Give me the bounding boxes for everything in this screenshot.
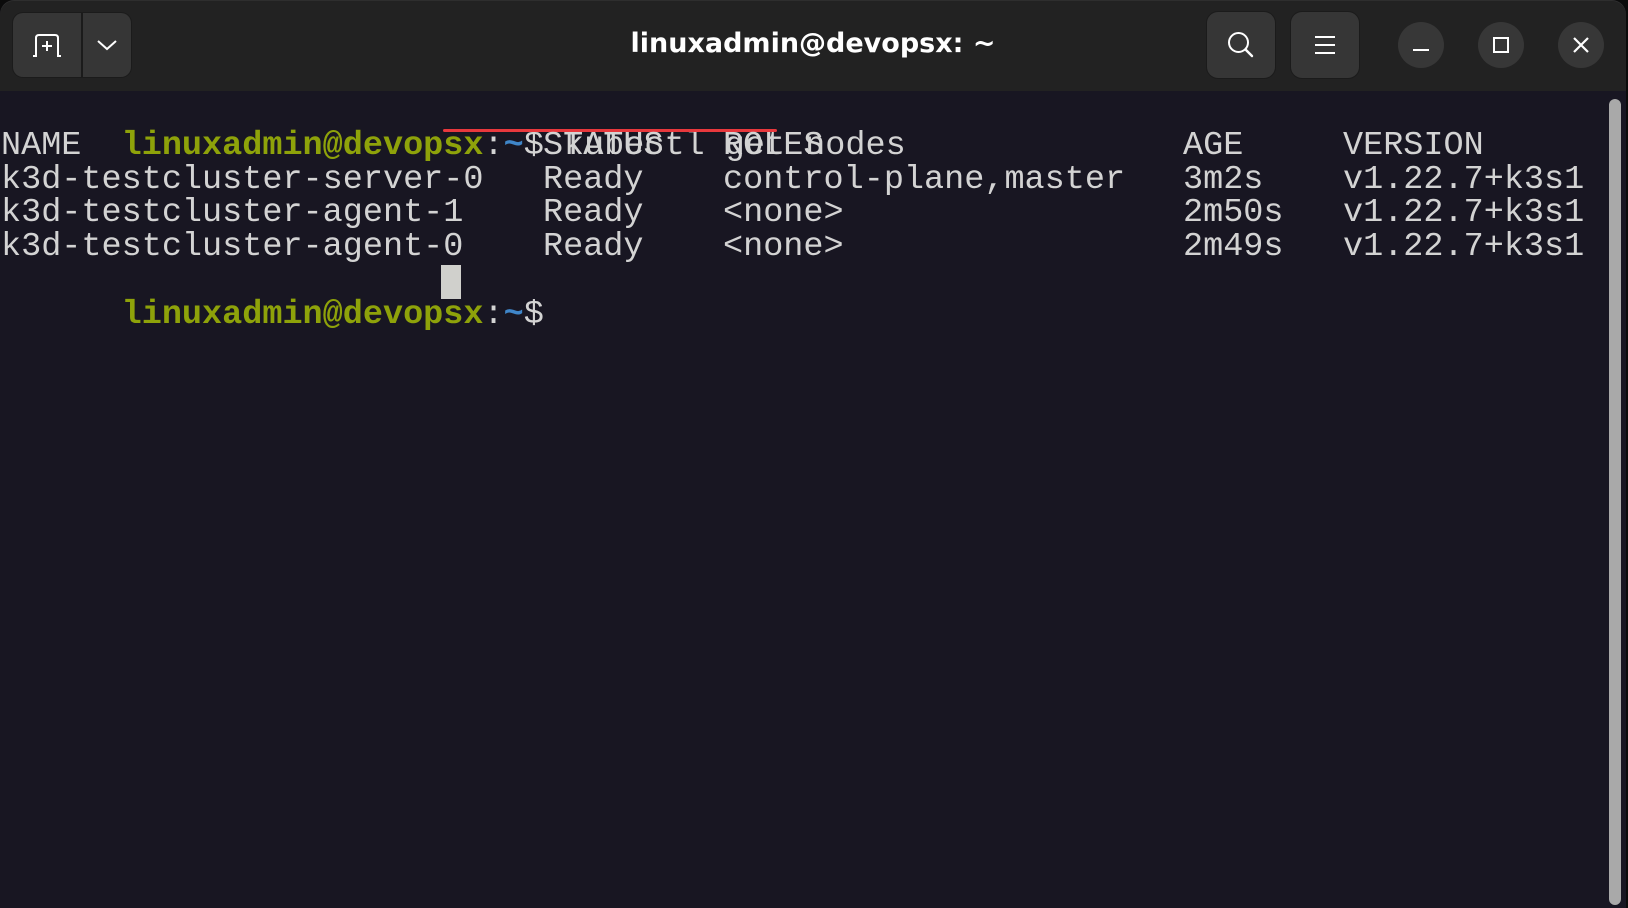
terminal-output[interactable]: linuxadmin@devopsx:~$ kubectl get nodes … (0, 91, 1606, 908)
node-roles: control-plane,master (723, 160, 1126, 199)
table-header: NAME STATUS ROLES AGE VERSION (1, 126, 1601, 165)
table-row: k3d-testcluster-agent-1 Ready <none> 2m5… (1, 197, 1601, 231)
node-age: 3m2s (1183, 160, 1264, 199)
close-button[interactable] (1558, 22, 1604, 68)
minimize-icon (1413, 49, 1429, 51)
node-status: Ready (543, 194, 644, 233)
table-row: k3d-testcluster-server-0 Ready control-p… (1, 160, 1601, 199)
node-version: v1.22.7+k3s1 (1343, 194, 1585, 233)
minimize-button[interactable] (1398, 22, 1444, 68)
node-roles: <none> (723, 194, 844, 233)
close-icon (1573, 37, 1589, 53)
node-status: Ready (543, 160, 644, 199)
new-tab-button-group (12, 12, 132, 78)
header-version: VERSION (1343, 126, 1484, 165)
node-name: k3d-testcluster-agent-0 (1, 228, 464, 267)
header-age: AGE (1183, 126, 1244, 165)
node-status: Ready (543, 228, 644, 267)
node-version: v1.22.7+k3s1 (1343, 160, 1585, 199)
node-age: 2m49s (1183, 228, 1284, 267)
hamburger-menu-icon (1315, 36, 1335, 54)
header-roles: ROLES (723, 126, 824, 165)
prompt-colon: : (483, 295, 504, 334)
scrollbar[interactable] (1609, 99, 1621, 905)
search-icon (1228, 32, 1254, 58)
prompt-line: linuxadmin@devopsx:~$ (1, 265, 564, 332)
search-button[interactable] (1207, 12, 1275, 78)
text-cursor (441, 265, 461, 299)
window-title: linuxadmin@devopsx: ~ (630, 28, 996, 59)
header-name: NAME (1, 126, 82, 165)
maximize-button[interactable] (1478, 22, 1524, 68)
table-row: k3d-testcluster-agent-0 Ready <none> 2m4… (1, 228, 1601, 267)
node-name: k3d-testcluster-agent-1 (1, 194, 464, 233)
chevron-down-icon (97, 40, 117, 51)
prompt-line: linuxadmin@devopsx:~$ kubectl get nodes (1, 96, 906, 163)
new-tab-button[interactable] (13, 13, 81, 77)
node-roles: <none> (723, 228, 844, 267)
header-status: STATUS (543, 126, 664, 165)
header-bar[interactable]: linuxadmin@devopsx: ~ (0, 0, 1626, 91)
tab-dropdown-button[interactable] (83, 13, 131, 77)
node-age: 2m50s (1183, 194, 1284, 233)
new-tab-icon (33, 34, 61, 57)
node-version: v1.22.7+k3s1 (1343, 228, 1585, 267)
terminal-window: linuxadmin@devopsx: ~ linuxadmin@devopsx… (0, 0, 1626, 908)
prompt-dollar: $ (523, 295, 544, 334)
node-name: k3d-testcluster-server-0 (1, 160, 484, 199)
maximize-icon (1493, 37, 1509, 53)
prompt-user-host: linuxadmin@devopsx (121, 295, 484, 334)
menu-button[interactable] (1291, 12, 1359, 78)
prompt-path: ~ (503, 295, 524, 334)
